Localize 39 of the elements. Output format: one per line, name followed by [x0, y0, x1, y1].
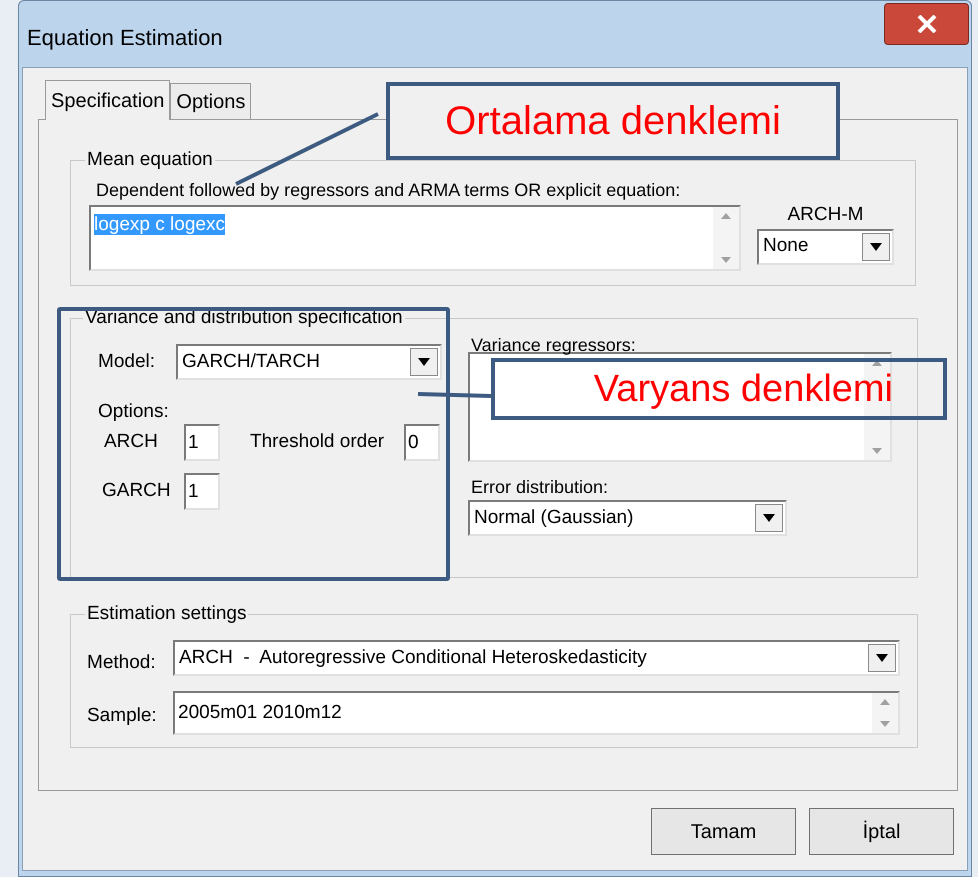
field-label: Threshold order: [250, 430, 386, 454]
callout-tooltip: Varyans denklemi: [491, 358, 947, 420]
dropdown-arrow-icon: [763, 514, 775, 522]
tab[interactable]: Specification: [45, 80, 170, 120]
dropdown-arrow-icon: [418, 358, 430, 366]
dropdown-button[interactable]: [410, 348, 438, 376]
field-label: ARCH: [104, 430, 159, 454]
group-title: Estimation settings: [86, 602, 248, 626]
window-title: Equation Estimation: [27, 24, 223, 49]
tab[interactable]: Options: [170, 83, 252, 119]
dialog-button[interactable]: Tamam: [651, 808, 796, 855]
group-title: Mean equation: [86, 148, 214, 172]
field-label: GARCH: [102, 479, 172, 504]
dropdown-button[interactable]: [868, 644, 896, 672]
field-label: Model:: [98, 350, 156, 374]
field-label: Method:: [87, 650, 157, 674]
dropdown-button[interactable]: [755, 504, 783, 532]
field-label: ARCH-M: [788, 202, 864, 226]
dropdown-button[interactable]: [862, 232, 890, 260]
arch-order-field[interactable]: 1: [184, 424, 220, 461]
scroll-up-icon[interactable]: [872, 360, 882, 366]
model-dropdown[interactable]: GARCH/TARCH: [176, 344, 442, 380]
close-icon: [916, 15, 936, 33]
garch-order-field[interactable]: 1: [184, 473, 220, 510]
dialog-button[interactable]: İptal: [809, 808, 954, 855]
threshold-order-field[interactable]: 0: [404, 424, 440, 461]
field-label: Variance regressors:: [471, 334, 636, 356]
field-label: Sample:: [87, 704, 158, 728]
field-label: Options:: [98, 400, 169, 422]
group-title: Variance and distribution specification: [84, 308, 404, 328]
method-dropdown[interactable]: ARCH - Autoregressive Conditional Heteroskedasticity: [173, 640, 900, 676]
close-button[interactable]: [884, 3, 969, 45]
dropdown-arrow-icon: [876, 654, 888, 662]
callout-tooltip: Ortalama denklemi: [386, 82, 840, 160]
field-label: Dependent followed by regressors and ARMA terms OR explicit equation:: [96, 178, 682, 200]
field-label: Error distribution:: [471, 476, 608, 498]
dropdown-arrow-icon: [870, 242, 882, 250]
archm-dropdown[interactable]: None: [757, 228, 894, 264]
error-distribution-dropdown[interactable]: Normal (Gaussian): [468, 500, 787, 536]
